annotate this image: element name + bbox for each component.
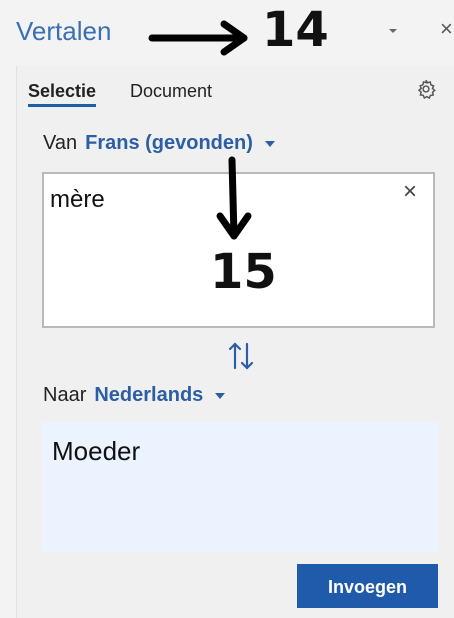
source-language-row: Van Frans (gevonden) xyxy=(43,132,275,155)
annotation-label-14: 14 xyxy=(262,2,329,58)
pane-title: Vertalen xyxy=(16,16,112,46)
translation-text: Moeder xyxy=(52,436,141,466)
translator-pane: Vertalen × Selectie Document Van Frans (g… xyxy=(0,0,454,618)
close-icon[interactable]: × xyxy=(440,18,453,40)
chevron-down-icon[interactable] xyxy=(264,140,275,147)
source-language-dropdown[interactable]: Frans (gevonden) xyxy=(85,132,253,154)
tab-document[interactable]: Document xyxy=(130,80,212,102)
target-language-dropdown[interactable]: Nederlands xyxy=(94,384,203,406)
chevron-down-icon[interactable] xyxy=(215,392,226,399)
source-text[interactable]: mère xyxy=(50,186,105,214)
annotation-arrow-right xyxy=(148,20,248,56)
insert-button[interactable]: Invoegen xyxy=(297,564,438,608)
chevron-down-icon[interactable] xyxy=(386,24,400,38)
swap-arrows-icon[interactable] xyxy=(226,340,256,372)
target-language-row: Naar Nederlands xyxy=(43,384,226,407)
annotation-label-15: 15 xyxy=(210,244,277,300)
source-language-label: Van xyxy=(43,132,78,154)
target-language-label: Naar xyxy=(43,384,87,406)
tab-selectie[interactable]: Selectie xyxy=(28,80,97,107)
clear-icon[interactable]: × xyxy=(403,180,417,204)
annotation-arrow-down xyxy=(216,156,252,240)
gear-icon[interactable] xyxy=(415,78,437,100)
